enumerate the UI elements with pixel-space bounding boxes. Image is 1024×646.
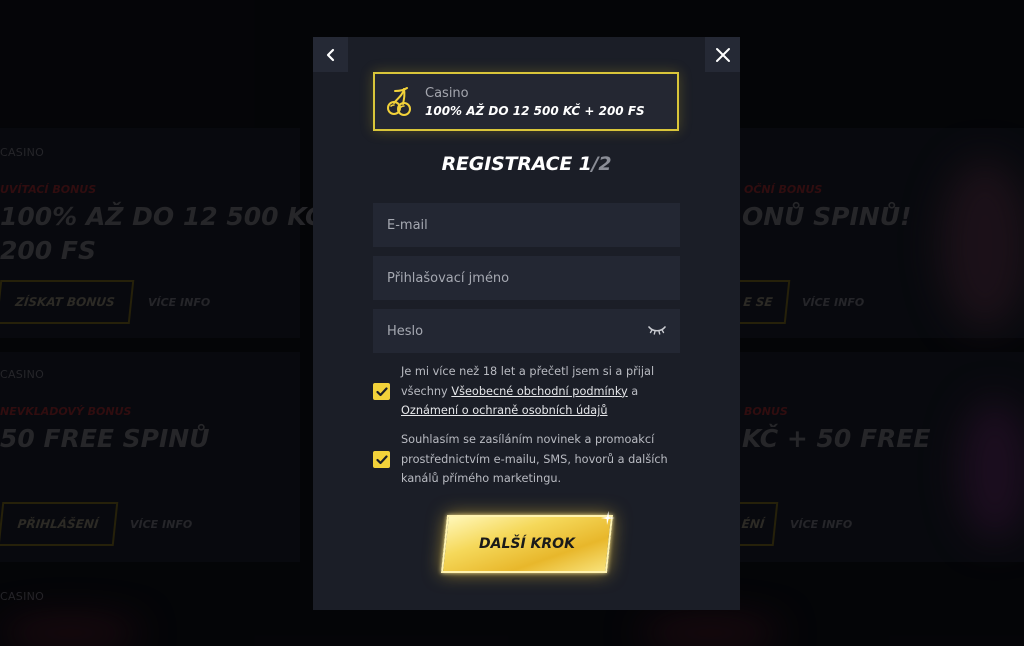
- checkmark-icon: [375, 454, 388, 464]
- selected-bonus-card[interactable]: Casino 100% AŽ DO 12 500 KČ + 200 FS: [373, 72, 679, 131]
- age-terms-text-part: a: [627, 384, 639, 398]
- privacy-link[interactable]: Oznámení o ochraně osobních údajů: [401, 404, 608, 417]
- next-step-button[interactable]: DALŠÍ KROK: [440, 511, 615, 573]
- selected-bonus-text: Casino 100% AŽ DO 12 500 KČ + 200 FS: [419, 86, 645, 118]
- registration-step: REGISTRACE 1: [441, 153, 592, 175]
- close-button[interactable]: [705, 37, 740, 72]
- terms-link[interactable]: Všeobecné obchodní podmínky: [451, 385, 627, 398]
- back-button[interactable]: [313, 37, 348, 72]
- password-field-container: [373, 309, 680, 353]
- bonus-category: Casino: [425, 85, 469, 101]
- age-terms-consent: Je mi více než 18 let a přečetl jsem si …: [373, 362, 680, 422]
- sparkle-icon: [600, 511, 615, 525]
- close-icon: [715, 47, 730, 62]
- password-input[interactable]: [387, 323, 637, 339]
- email-input[interactable]: [387, 217, 637, 233]
- bonus-title: 100% AŽ DO 12 500 KČ + 200 FS: [425, 103, 645, 118]
- registration-modal: Casino 100% AŽ DO 12 500 KČ + 200 FS REG…: [313, 37, 740, 610]
- checkmark-icon: [375, 386, 388, 396]
- email-field-container: [373, 203, 680, 247]
- age-terms-checkbox[interactable]: [373, 383, 390, 400]
- chevron-left-icon: [326, 48, 334, 61]
- age-terms-text: Je mi více než 18 let a přečetl jsem si …: [401, 362, 671, 421]
- eye-closed-icon[interactable]: [648, 323, 666, 337]
- cherries-icon: [375, 86, 419, 117]
- next-step-label: DALŠÍ KROK: [479, 536, 575, 552]
- marketing-checkbox[interactable]: [373, 451, 390, 468]
- marketing-consent: Souhlasím se zasíláním novinek a promoak…: [373, 430, 680, 490]
- username-input[interactable]: [387, 270, 637, 286]
- marketing-consent-text: Souhlasím se zasíláním novinek a promoak…: [401, 433, 668, 485]
- registration-title: REGISTRACE 1/2: [313, 153, 740, 175]
- username-field-container: [373, 256, 680, 300]
- registration-step-total: 2: [598, 153, 612, 175]
